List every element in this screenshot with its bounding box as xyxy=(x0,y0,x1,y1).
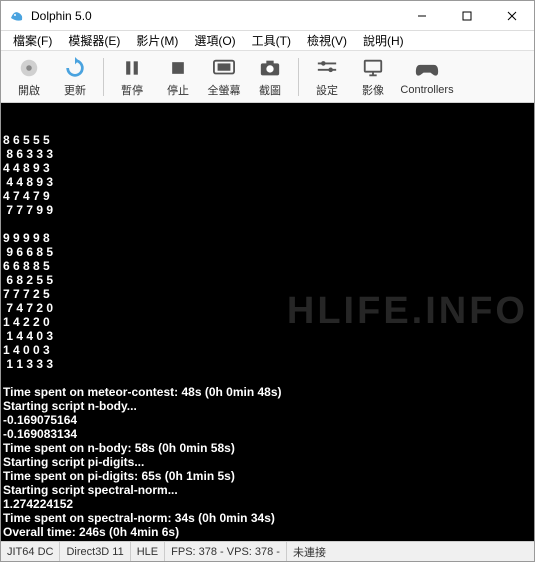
monitor-icon xyxy=(361,56,385,80)
sliders-icon xyxy=(315,56,339,80)
pause-label: 暫停 xyxy=(121,82,143,98)
app-icon xyxy=(9,8,25,24)
pause-icon xyxy=(120,56,144,80)
camera-icon xyxy=(258,56,282,80)
minimize-button[interactable] xyxy=(399,1,444,30)
refresh-label: 更新 xyxy=(64,82,86,98)
status-bar: JIT64 DC Direct3D 11 HLE FPS: 378 - VPS:… xyxy=(1,541,534,561)
settings-label: 設定 xyxy=(316,82,338,98)
open-button[interactable]: 開啟 xyxy=(7,53,51,101)
menu-file[interactable]: 檔案(F) xyxy=(5,30,60,51)
stop-button[interactable]: 停止 xyxy=(156,53,200,101)
title-bar: Dolphin 5.0 xyxy=(1,1,534,31)
status-jit: JIT64 DC xyxy=(1,542,60,561)
pause-button[interactable]: 暫停 xyxy=(110,53,154,101)
menu-bar: 檔案(F) 模擬器(E) 影片(M) 選項(O) 工具(T) 檢視(V) 說明(… xyxy=(1,31,534,51)
graphics-label: 影像 xyxy=(362,82,384,98)
menu-view[interactable]: 檢視(V) xyxy=(299,30,355,51)
status-connection: 未連接 xyxy=(287,542,332,561)
toolbar-separator xyxy=(298,58,299,96)
controllers-button[interactable]: Controllers xyxy=(397,53,457,101)
settings-button[interactable]: 設定 xyxy=(305,53,349,101)
fullscreen-icon xyxy=(212,56,236,80)
menu-tools[interactable]: 工具(T) xyxy=(244,30,299,51)
fullscreen-label: 全螢幕 xyxy=(208,82,241,98)
maximize-button[interactable] xyxy=(444,1,489,30)
menu-help[interactable]: 說明(H) xyxy=(355,30,412,51)
toolbar: 開啟 更新 暫停 停止 全螢幕 截圖 設定 影像 Controllers xyxy=(1,51,534,103)
screenshot-button[interactable]: 截圖 xyxy=(248,53,292,101)
open-label: 開啟 xyxy=(18,82,40,98)
status-hle: HLE xyxy=(131,542,165,561)
fullscreen-button[interactable]: 全螢幕 xyxy=(202,53,246,101)
menu-movie[interactable]: 影片(M) xyxy=(128,30,186,51)
close-button[interactable] xyxy=(489,1,534,30)
status-backend: Direct3D 11 xyxy=(60,542,130,561)
refresh-icon xyxy=(63,56,87,80)
menu-emulator[interactable]: 模擬器(E) xyxy=(60,30,128,51)
open-icon xyxy=(17,56,41,80)
menu-options[interactable]: 選項(O) xyxy=(186,30,243,51)
toolbar-separator xyxy=(103,58,104,96)
stop-icon xyxy=(166,56,190,80)
gamepad-icon xyxy=(415,58,439,82)
stop-label: 停止 xyxy=(167,82,189,98)
window-title: Dolphin 5.0 xyxy=(31,9,399,23)
console-text: 8 6 5 5 5 8 6 3 3 3 4 4 8 9 3 4 4 8 9 3 … xyxy=(3,133,534,539)
screenshot-label: 截圖 xyxy=(259,82,281,98)
controllers-label: Controllers xyxy=(400,84,453,96)
status-fps: FPS: 378 - VPS: 378 - xyxy=(165,542,287,561)
refresh-button[interactable]: 更新 xyxy=(53,53,97,101)
console-output: 8 6 5 5 5 8 6 3 3 3 4 4 8 9 3 4 4 8 9 3 … xyxy=(1,103,534,541)
graphics-button[interactable]: 影像 xyxy=(351,53,395,101)
